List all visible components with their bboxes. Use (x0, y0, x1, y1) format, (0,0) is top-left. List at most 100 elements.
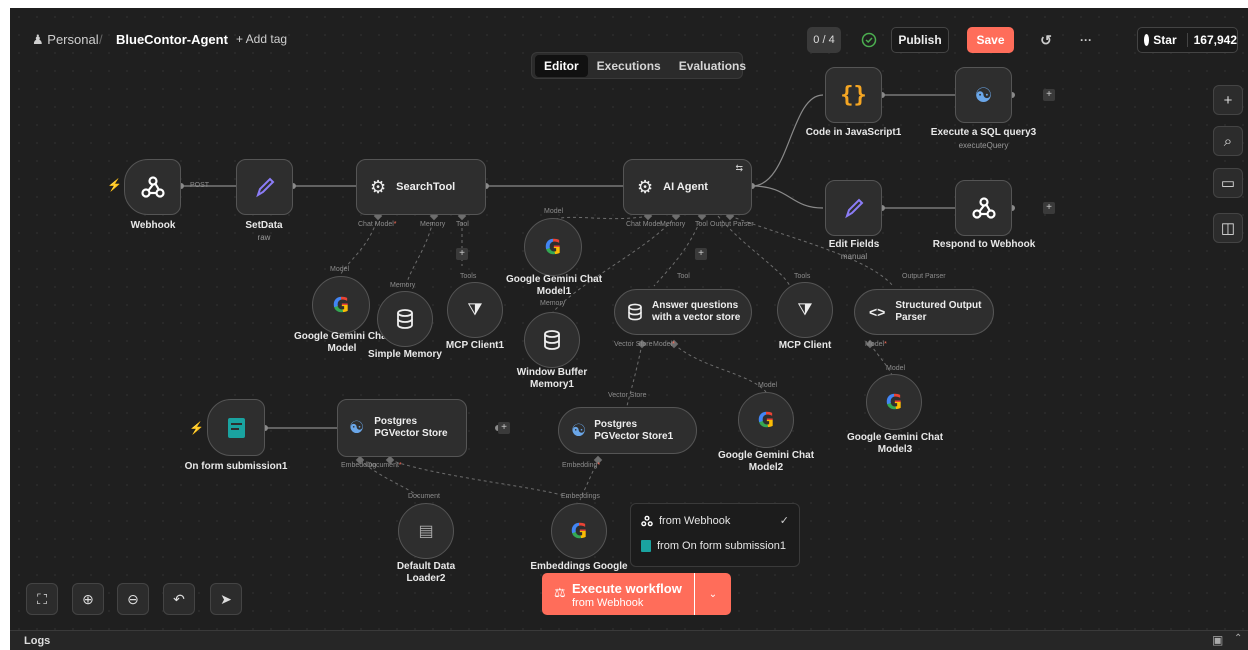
plus-icon: + (1223, 91, 1233, 109)
port-model: Model (544, 208, 564, 215)
port-agent-memory: Memory (660, 221, 686, 228)
popout-icon[interactable]: ▣ (1212, 633, 1223, 647)
node-embeddings-google[interactable]: G (551, 503, 607, 559)
node-simple-memory[interactable] (377, 291, 433, 347)
port-vector-store: Vector Store (614, 341, 653, 348)
execute-workflow-button[interactable]: ⚖ Execute workflow from Webhook ⌄ (542, 573, 731, 615)
port-agent-output-parser: Output Parser (710, 221, 754, 228)
github-star-button[interactable]: Star 167,942 (1137, 27, 1238, 53)
robot-icon: ⚙ (370, 176, 387, 197)
node-answer-vector-store[interactable]: Answer questions with a vector store (614, 289, 752, 335)
node-respond-webhook[interactable] (955, 180, 1012, 236)
zoom-out-button[interactable]: ⊖ (117, 583, 149, 615)
logs-panel[interactable]: Logs ▣ ⌃ (10, 630, 1248, 650)
node-code-js[interactable]: {} (825, 67, 882, 123)
node-structured-parser[interactable]: <> Structured Output Parser (854, 289, 994, 335)
add-tag-button[interactable]: + Add tag (236, 32, 287, 46)
github-icon (1144, 34, 1150, 46)
add-node-button[interactable]: + (1213, 85, 1243, 115)
pencil-icon (844, 198, 863, 219)
node-sub-setdata: raw (257, 233, 271, 242)
node-label-structured-parser: Structured Output Parser (895, 300, 982, 323)
check-icon: ✓ (779, 515, 789, 527)
add-after-respond-button[interactable]: + (1043, 202, 1055, 214)
form-icon (641, 540, 651, 552)
node-label-respond: Respond to Webhook (932, 239, 1036, 250)
workspace-breadcrumb[interactable]: ♟ Personal (32, 32, 99, 48)
more-options-button[interactable]: ··· (1074, 27, 1098, 53)
node-edit-fields[interactable] (825, 180, 882, 236)
node-label-data-loader: Default Data Loader2 (396, 561, 456, 584)
workflow-name[interactable]: BlueContor-Agent (116, 32, 228, 47)
tab-executions[interactable]: Executions (588, 55, 670, 77)
node-label-edit-fields: Edit Fields (828, 239, 880, 250)
publish-button[interactable]: Publish (891, 27, 949, 53)
node-label-ai-agent: AI Agent (663, 180, 708, 193)
add-after-sql-button[interactable]: + (1043, 89, 1055, 101)
node-sql-query[interactable]: ☯ (955, 67, 1012, 123)
undo-icon: ↶ (173, 590, 185, 607)
form-icon (227, 417, 245, 438)
port-model: Model* (865, 341, 887, 348)
tab-evaluations[interactable]: Evaluations (670, 55, 755, 77)
google-icon: G (885, 390, 903, 414)
database-icon (544, 330, 560, 350)
trigger-option-webhook[interactable]: from Webhook ✓ (641, 514, 789, 527)
node-mcp-client[interactable]: ⧩ (777, 282, 833, 338)
node-data-loader[interactable]: ▤ (398, 503, 454, 559)
star-label: Star (1153, 33, 1177, 47)
node-form-trigger[interactable] (207, 399, 265, 456)
node-setdata[interactable] (236, 159, 293, 215)
undo-button[interactable]: ↶ (163, 583, 195, 615)
port-agent-tool: Tool (695, 221, 708, 228)
toggle-panel-button[interactable]: ◫ (1213, 213, 1243, 243)
search-nodes-button[interactable]: ⌕ (1213, 126, 1243, 156)
add-agent-tool-button[interactable]: + (695, 248, 707, 260)
postgres-icon: ☯ (349, 418, 365, 437)
save-button[interactable]: Save (967, 27, 1014, 53)
port-tools: Tools (460, 273, 477, 280)
add-after-pgvector-button[interactable]: + (498, 422, 510, 434)
version-counter: 0 / 4 (807, 27, 841, 53)
history-icon[interactable]: ↺ (1034, 27, 1058, 53)
node-ai-agent[interactable]: ⚙ AI Agent ⇆ (623, 159, 752, 215)
trigger-option-form[interactable]: from On form submission1 (641, 540, 786, 552)
node-label-setdata: SetData (245, 220, 283, 231)
node-label-mcp-client1: MCP Client1 (445, 340, 505, 351)
zoom-in-button[interactable]: ⊕ (72, 583, 104, 615)
node-pgvector-store1[interactable]: ☯ Postgres PGVector Store1 (558, 407, 697, 454)
node-gemini-model[interactable]: G (312, 276, 370, 334)
node-label-gemini-model3: Google Gemini Chat Model3 (846, 432, 944, 455)
tidy-up-button[interactable]: ➤ (210, 583, 242, 615)
note-icon: ▭ (1220, 175, 1236, 192)
document-icon: ▤ (418, 523, 434, 540)
zoom-in-icon: ⊕ (82, 590, 94, 607)
execute-title: Execute workflow (572, 581, 682, 596)
code-icon: <> (869, 304, 886, 320)
port-embedding: Embedding* (562, 462, 601, 469)
mcp-icon: ⧩ (797, 300, 813, 319)
sticky-note-button[interactable]: ▭ (1213, 168, 1243, 198)
port-model: Model (758, 382, 778, 389)
add-tool-button[interactable]: + (456, 248, 468, 260)
port-memory: Memory (420, 221, 446, 228)
node-label-pgvector1: Postgres PGVector Store1 (594, 418, 674, 442)
tab-editor[interactable]: Editor (535, 54, 588, 77)
node-searchtool[interactable]: ⚙ SearchTool (356, 159, 486, 215)
node-gemini-model3[interactable]: G (866, 374, 922, 430)
view-tabs: Editor Executions Evaluations (531, 52, 746, 79)
port-model: Model* (653, 341, 675, 348)
node-gemini-model1[interactable]: G (524, 218, 582, 276)
node-gemini-model2[interactable]: G (738, 392, 794, 448)
port-tools: Tools (794, 273, 811, 280)
node-webhook[interactable] (124, 159, 181, 215)
node-window-memory[interactable] (524, 312, 580, 368)
fit-view-button[interactable]: ⛶ (26, 583, 58, 615)
panel-icon: ◫ (1220, 220, 1236, 237)
node-mcp-client1[interactable]: ⧩ (447, 282, 503, 338)
execute-dropdown-button[interactable]: ⌄ (694, 573, 731, 615)
node-label-gemini-model2: Google Gemini Chat Model2 (717, 450, 815, 473)
node-pgvector-store[interactable]: ☯ Postgres PGVector Store (337, 399, 467, 457)
google-icon: G (332, 293, 350, 317)
chevron-up-icon[interactable]: ⌃ (1234, 633, 1242, 644)
